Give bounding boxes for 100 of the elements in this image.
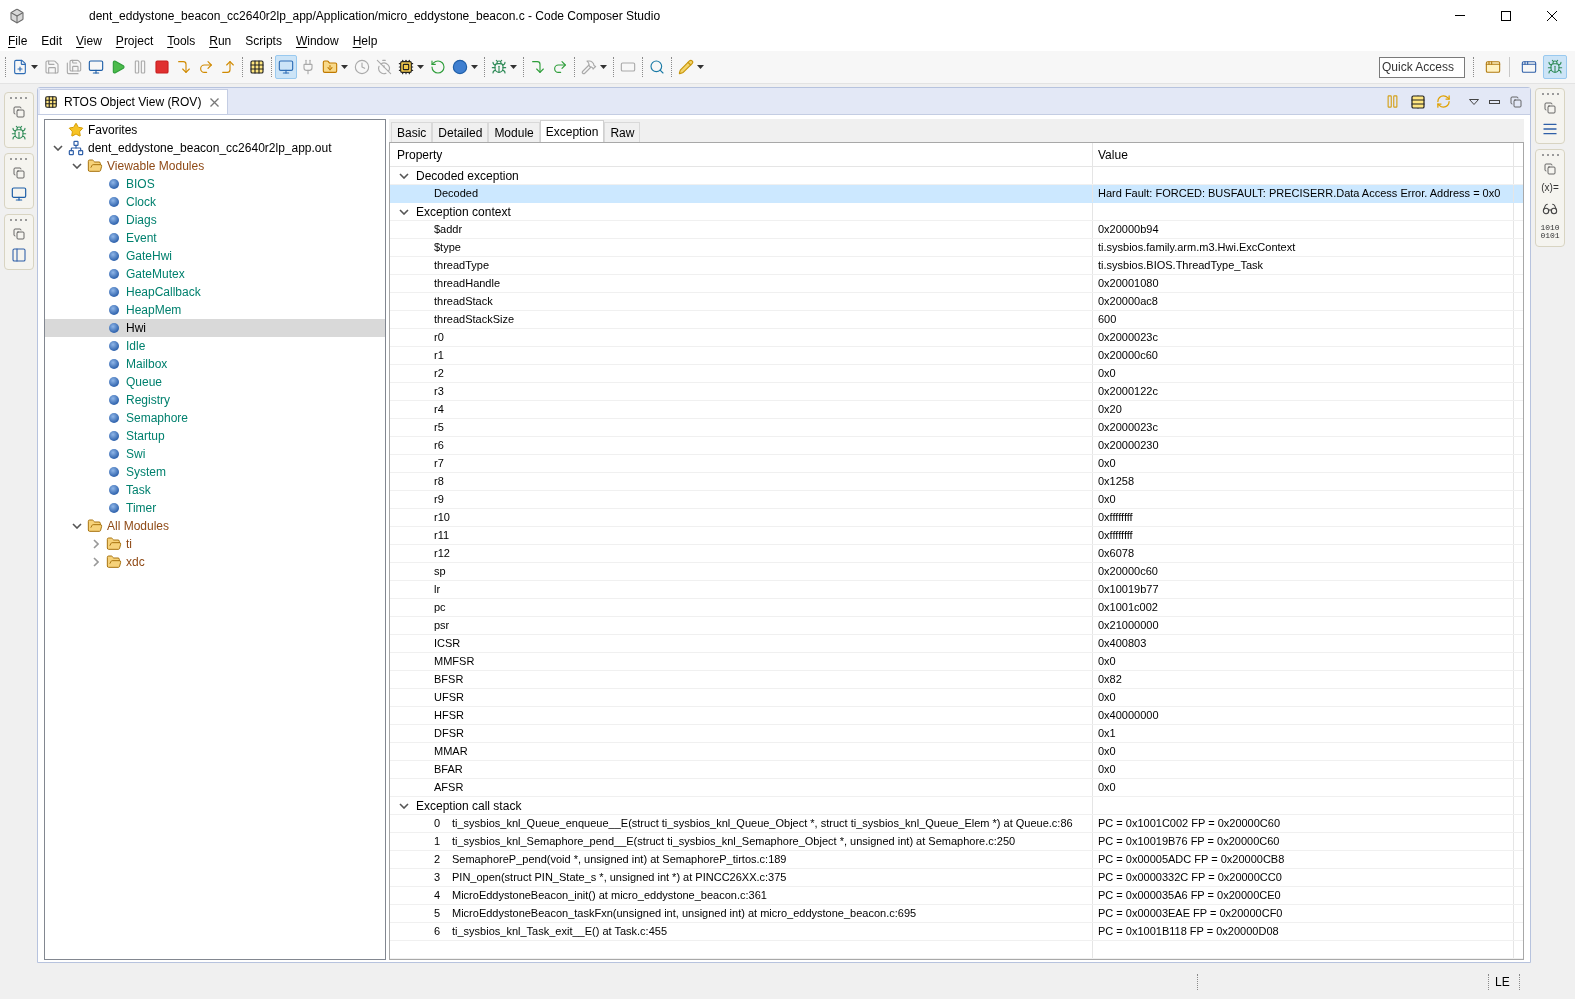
table-row[interactable]: r6 0x20000230 [390, 437, 1523, 455]
tree-item[interactable]: BIOS [45, 175, 385, 193]
tab[interactable]: Exception [539, 120, 605, 142]
tree-item[interactable]: Clock [45, 193, 385, 211]
table-row[interactable]: r0 0x2000023c [390, 329, 1523, 347]
table-row[interactable]: 2 SemaphoreP_pend(void *, unsigned int) at SemaphoreP_tirtos.c:189 PC = 0x00005ADC FP = 0x20000CB8 [390, 851, 1523, 869]
tree-item[interactable]: Event [45, 229, 385, 247]
table-row[interactable]: r7 0x0 [390, 455, 1523, 473]
minimize-icon[interactable] [1489, 99, 1500, 104]
table-row[interactable]: AFSR 0x0 [390, 779, 1523, 797]
tree-item[interactable]: ti [45, 535, 385, 553]
table-row[interactable]: 1 ti_sysbios_knl_Semaphore_pend__E(struct ti_sysbios_knl_Semaphore_Object *, unsigned int) at Semaphore.c:250 PC = 0x10019B76 FP = 0x20000C60 [390, 833, 1523, 851]
table-row[interactable]: MMAR 0x0 [390, 743, 1523, 761]
table-icon[interactable] [1410, 93, 1426, 110]
menu-item[interactable]: File [1, 31, 35, 51]
view-tab[interactable]: RTOS Object View (ROV) [40, 89, 229, 114]
tree-item[interactable]: HeapCallback [45, 283, 385, 301]
table-row[interactable]: 4 MicroEddystoneBeacon_init() at micro_eddystone_beacon.c:361 PC = 0x000035A6 FP = 0x20000CE0 [390, 887, 1523, 905]
table-row[interactable]: HFSR 0x40000000 [390, 707, 1523, 725]
restore-icon[interactable] [12, 167, 25, 179]
tab[interactable]: Detailed [432, 122, 489, 142]
close-icon[interactable] [210, 97, 220, 107]
panel-icon[interactable] [10, 247, 27, 263]
perspective-button[interactable] [1543, 55, 1567, 79]
table-row[interactable]: r11 0xffffffff [390, 527, 1523, 545]
table-row[interactable]: r2 0x0 [390, 365, 1523, 383]
tree-item[interactable]: Swi [45, 445, 385, 463]
table-row[interactable]: r9 0x0 [390, 491, 1523, 509]
tree-item[interactable]: Startup [45, 427, 385, 445]
tree-item[interactable]: HeapMem [45, 301, 385, 319]
table-row[interactable]: lr 0x10019b77 [390, 581, 1523, 599]
triangle-down-icon[interactable] [1469, 98, 1479, 105]
group-header[interactable]: Decoded exception [399, 166, 519, 185]
menu-item[interactable]: View [69, 31, 109, 51]
chevron-down-icon[interactable] [71, 523, 82, 529]
menu-item[interactable]: Edit [34, 31, 70, 51]
tree-item[interactable]: Idle [45, 337, 385, 355]
menu-item[interactable]: Tools [160, 31, 203, 51]
tree-item[interactable]: Queue [45, 373, 385, 391]
glasses-icon[interactable] [1542, 201, 1558, 217]
tree-item[interactable]: GateMutex [45, 265, 385, 283]
table-row[interactable]: r1 0x20000c60 [390, 347, 1523, 365]
tree-item[interactable]: dent_eddystone_beacon_cc2640r2lp_app.out [45, 139, 385, 157]
tab[interactable]: Module [488, 122, 540, 142]
tree-item[interactable]: Hwi [45, 319, 385, 337]
table-row[interactable]: r8 0x1258 [390, 473, 1523, 491]
table-row[interactable]: threadHandle 0x20001080 [390, 275, 1523, 293]
group-header[interactable]: Exception call stack [399, 796, 522, 815]
group-header[interactable]: Exception context [399, 202, 511, 221]
tree-item[interactable]: GateHwi [45, 247, 385, 265]
menu-item[interactable]: Help [345, 31, 385, 51]
table-row[interactable]: threadType ti.sysbios.BIOS.ThreadType_Task [390, 257, 1523, 275]
table-row[interactable]: BFAR 0x0 [390, 761, 1523, 779]
table-row[interactable]: $addr 0x20000b94 [390, 221, 1523, 239]
table-row[interactable]: psr 0x21000000 [390, 617, 1523, 635]
table-row[interactable]: ICSR 0x400803 [390, 635, 1523, 653]
menu-item[interactable]: Scripts [238, 31, 289, 51]
tab[interactable]: Basic [391, 122, 433, 142]
table-row[interactable]: MMFSR 0x0 [390, 653, 1523, 671]
table-row[interactable]: r4 0x20 [390, 401, 1523, 419]
table-row[interactable]: threadStack 0x20000ac8 [390, 293, 1523, 311]
tree-item[interactable]: System [45, 463, 385, 481]
table-row[interactable]: 6 ti_sysbios_knl_Task_exit__E() at Task.c:455 PC = 0x1001B118 FP = 0x20000D08 [390, 923, 1523, 941]
column-header[interactable]: Value [1093, 143, 1514, 166]
table-row[interactable]: UFSR 0x0 [390, 689, 1523, 707]
menu-item[interactable]: Window [288, 31, 346, 51]
menu-item[interactable]: Project [108, 31, 161, 51]
tree-item[interactable]: Semaphore [45, 409, 385, 427]
list-icon[interactable] [1542, 121, 1558, 137]
table-row[interactable]: r3 0x2000122c [390, 383, 1523, 401]
registers-view-button[interactable]: 1010 0101 [1539, 224, 1561, 240]
refresh-icon[interactable] [1436, 94, 1451, 109]
tree-item[interactable]: Timer [45, 499, 385, 517]
table-row[interactable]: r10 0xffffffff [390, 509, 1523, 527]
table-row[interactable]: BFSR 0x82 [390, 671, 1523, 689]
tab[interactable]: Raw [604, 122, 641, 142]
chevron-down-icon[interactable] [52, 145, 63, 151]
table-row[interactable]: $type ti.sysbios.family.arm.m3.Hwi.ExcContext [390, 239, 1523, 257]
table-row[interactable]: DFSR 0x1 [390, 725, 1523, 743]
bug-icon[interactable] [10, 125, 27, 141]
table-row[interactable]: 3 PIN_open(struct PIN_State_s *, unsigned int *) at PINCC26XX.c:375 PC = 0x0000332C FP = 0x20000CC0 [390, 869, 1523, 887]
restore-icon[interactable] [12, 106, 25, 118]
tree-item[interactable]: Task [45, 481, 385, 499]
restore-icon[interactable] [1510, 95, 1522, 108]
tree-item[interactable]: Favorites [45, 121, 385, 139]
quick-access-field[interactable]: Quick Access [1379, 56, 1465, 78]
tree-item[interactable]: All Modules [45, 517, 385, 535]
tree-item[interactable]: xdc [45, 553, 385, 571]
monitor-icon[interactable] [10, 186, 27, 202]
tree-item[interactable]: Mailbox [45, 355, 385, 373]
variables-view-button[interactable]: (x)= [1541, 182, 1559, 194]
restore-icon[interactable] [12, 228, 25, 240]
restore-icon[interactable] [1544, 163, 1556, 175]
chevron-down-icon[interactable] [71, 163, 82, 169]
restore-icon[interactable] [1544, 102, 1556, 114]
table-row[interactable]: r12 0x6078 [390, 545, 1523, 563]
table-row[interactable]: 0 ti_sysbios_knl_Queue_enqueue__E(struct ti_sysbios_knl_Queue_Object *, struct ti_sysbios_knl_Queue_Elem *) at Queue.c:86 PC = 0x1001C002 FP = 0x20000C60 [390, 815, 1523, 833]
table-row[interactable]: sp 0x20000c60 [390, 563, 1523, 581]
tree-item[interactable]: Diags [45, 211, 385, 229]
tree-item[interactable]: Viewable Modules [45, 157, 385, 175]
